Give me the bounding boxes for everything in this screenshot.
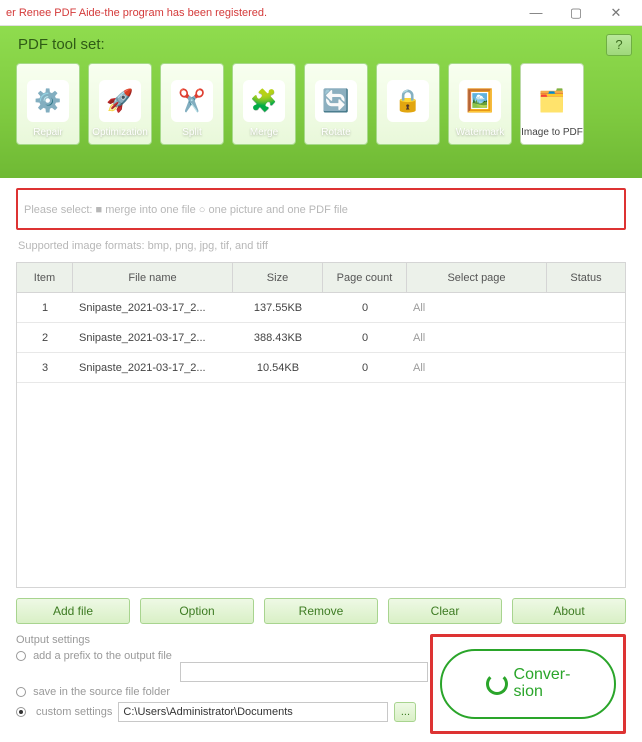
about-button[interactable]: About <box>512 598 626 624</box>
conversion-icon <box>486 673 508 695</box>
toolbar: PDF tool set: ? ⚙️Repair 🚀Optimization ✂… <box>0 26 642 178</box>
custom-path-input[interactable] <box>118 702 388 722</box>
mode-select-highlight: Please select: ■ merge into one file ○ o… <box>16 188 626 230</box>
tool-image-to-pdf[interactable]: 🗂️Image to PDF <box>520 63 584 145</box>
window-title: er Renee PDF Aide-the program has been r… <box>6 7 516 19</box>
tool-watermark[interactable]: 🖼️Watermark <box>448 63 512 145</box>
supported-formats: Supported image formats: bmp, png, jpg, … <box>16 236 626 262</box>
optimization-icon: 🚀 <box>106 88 133 114</box>
col-selectpage: Select page <box>407 263 547 292</box>
maximize-button[interactable]: ▢ <box>556 0 596 26</box>
split-icon: ✂️ <box>178 88 205 114</box>
close-button[interactable]: ✕ <box>596 0 636 26</box>
output-settings: Output settings add a prefix to the outp… <box>16 634 626 742</box>
toolbar-heading: PDF tool set: <box>18 36 626 53</box>
tool-merge[interactable]: 🧩Merge <box>232 63 296 145</box>
tool-repair[interactable]: ⚙️Repair <box>16 63 80 145</box>
custom-label: custom settings <box>36 706 112 718</box>
prefix-label: add a prefix to the output file <box>33 650 172 662</box>
col-filename: File name <box>73 263 233 292</box>
prefix-input[interactable] <box>180 662 428 682</box>
tool-buttons: ⚙️Repair 🚀Optimization ✂️Split 🧩Merge 🔄R… <box>16 63 626 145</box>
add-file-button[interactable]: Add file <box>16 598 130 624</box>
repair-icon: ⚙️ <box>34 88 61 114</box>
watermark-icon: 🖼️ <box>466 88 493 114</box>
image-to-pdf-icon: 🗂️ <box>538 88 565 114</box>
tool-rotate[interactable]: 🔄Rotate <box>304 63 368 145</box>
tool-encrypt[interactable]: 🔒 <box>376 63 440 145</box>
browse-button[interactable]: ... <box>394 702 416 722</box>
col-size: Size <box>233 263 323 292</box>
table-row[interactable]: 3 Snipaste_2021-03-17_2... 10.54KB 0 All <box>17 353 625 383</box>
table-row[interactable]: 1 Snipaste_2021-03-17_2... 137.55KB 0 Al… <box>17 293 625 323</box>
custom-radio[interactable] <box>16 707 26 717</box>
minimize-button[interactable]: — <box>516 0 556 26</box>
col-pagecount: Page count <box>323 263 407 292</box>
col-item: Item <box>17 263 73 292</box>
prefix-radio[interactable] <box>16 651 26 661</box>
conversion-highlight: Conver- sion <box>430 634 626 734</box>
tool-optimization[interactable]: 🚀Optimization <box>88 63 152 145</box>
lock-icon: 🔒 <box>394 88 421 114</box>
merge-icon: 🧩 <box>250 88 277 114</box>
content-area: Please select: ■ merge into one file ○ o… <box>0 178 642 742</box>
file-table: Item File name Size Page count Select pa… <box>16 262 626 588</box>
tool-split[interactable]: ✂️Split <box>160 63 224 145</box>
help-button[interactable]: ? <box>606 34 632 56</box>
mode-select-text[interactable]: Please select: ■ merge into one file ○ o… <box>24 204 348 216</box>
conversion-button[interactable]: Conver- sion <box>440 649 616 719</box>
table-header: Item File name Size Page count Select pa… <box>17 263 625 293</box>
conversion-label: Conver- sion <box>514 667 571 701</box>
col-status: Status <box>547 263 625 292</box>
titlebar: er Renee PDF Aide-the program has been r… <box>0 0 642 26</box>
rotate-icon: 🔄 <box>322 88 349 114</box>
savesrc-radio[interactable] <box>16 687 26 697</box>
remove-button[interactable]: Remove <box>264 598 378 624</box>
table-row[interactable]: 2 Snipaste_2021-03-17_2... 388.43KB 0 Al… <box>17 323 625 353</box>
clear-button[interactable]: Clear <box>388 598 502 624</box>
option-button[interactable]: Option <box>140 598 254 624</box>
action-buttons: Add file Option Remove Clear About <box>16 598 626 624</box>
savesrc-label: save in the source file folder <box>33 686 170 698</box>
